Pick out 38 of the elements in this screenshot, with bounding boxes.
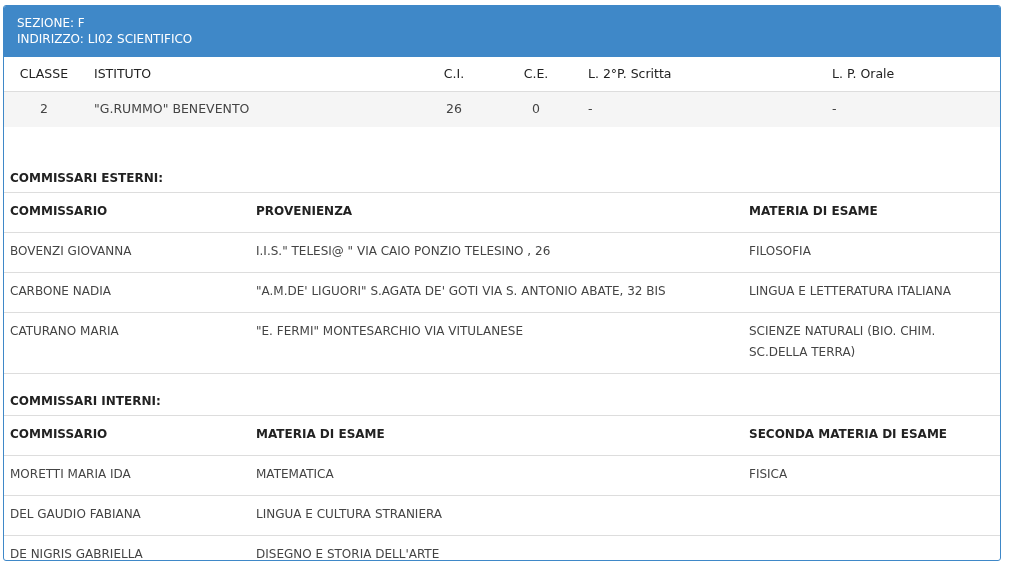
column-header: COMMISSARIO [10,426,109,443]
header-text: SEZIONE: F [17,15,86,31]
column-header: ISTITUTO [94,64,152,83]
column-header: C.I. [443,64,465,83]
column-header: MATERIA DI ESAME [749,203,879,220]
table-cell-text: BOVENZI GIOVANNA [10,243,133,260]
table-cell: - [588,100,593,119]
column-header: L. 2°P. Scritta [588,64,672,83]
section-title: COMMISSARI ESTERNI: [10,169,164,187]
table-cell-text: DISEGNO E STORIA DELL'ARTE [256,546,441,560]
column-header: COMMISSARIO [10,203,109,220]
table-cell-text: FILOSOFIA [749,243,812,260]
table-cell: "G.RUMMO" BENEVENTO [94,100,250,119]
table-cell-text: DE NIGRIS GABRIELLA [10,546,144,560]
table-cell-text: FISICA [749,466,789,483]
table-cell-text: "E. FERMI" MONTESARCHIO VIA VITULANESE [256,323,525,340]
column-header: CLASSE [19,64,69,83]
table-cell: - [832,100,837,119]
table-cell: 26 [446,100,462,119]
table-cell-text: I.I.S." TELESI@ " VIA CAIO PONZIO TELESINO , 26 [256,243,552,260]
table-cell-text: CATURANO MARIA [10,323,120,340]
table-cell-text: MORETTI MARIA IDA [10,466,132,483]
column-header: SECONDA MATERIA DI ESAME [749,426,949,443]
column-header: PROVENIENZA [256,203,354,220]
table-cell-text: DEL GAUDIO FABIANA [10,506,142,523]
table-cell-text: LINGUA E CULTURA STRANIERA [256,506,444,523]
section-title: COMMISSARI INTERNI: [10,392,161,410]
table-cell: 0 [532,100,540,119]
table-cell: 2 [40,100,48,119]
table-cell-text: "A.M.DE' LIGUORI" S.AGATA DE' GOTI VIA S. ANTONIO ABATE, 32 BIS [256,283,667,300]
header-text: INDIRIZZO: LI02 SCIENTIFICO [17,31,194,47]
column-header: C.E. [523,64,549,83]
table-cell-text: SCIENZE NATURALI (BIO. CHIM. SC.DELLA TERRA) [749,323,937,361]
column-header: L. P. Orale [832,64,895,83]
table-cell-text: MATEMATICA [256,466,335,483]
table-cell-text: LINGUA E LETTERATURA ITALIANA [749,283,952,300]
table-cell-text: CARBONE NADIA [10,283,112,300]
column-header: MATERIA DI ESAME [256,426,386,443]
